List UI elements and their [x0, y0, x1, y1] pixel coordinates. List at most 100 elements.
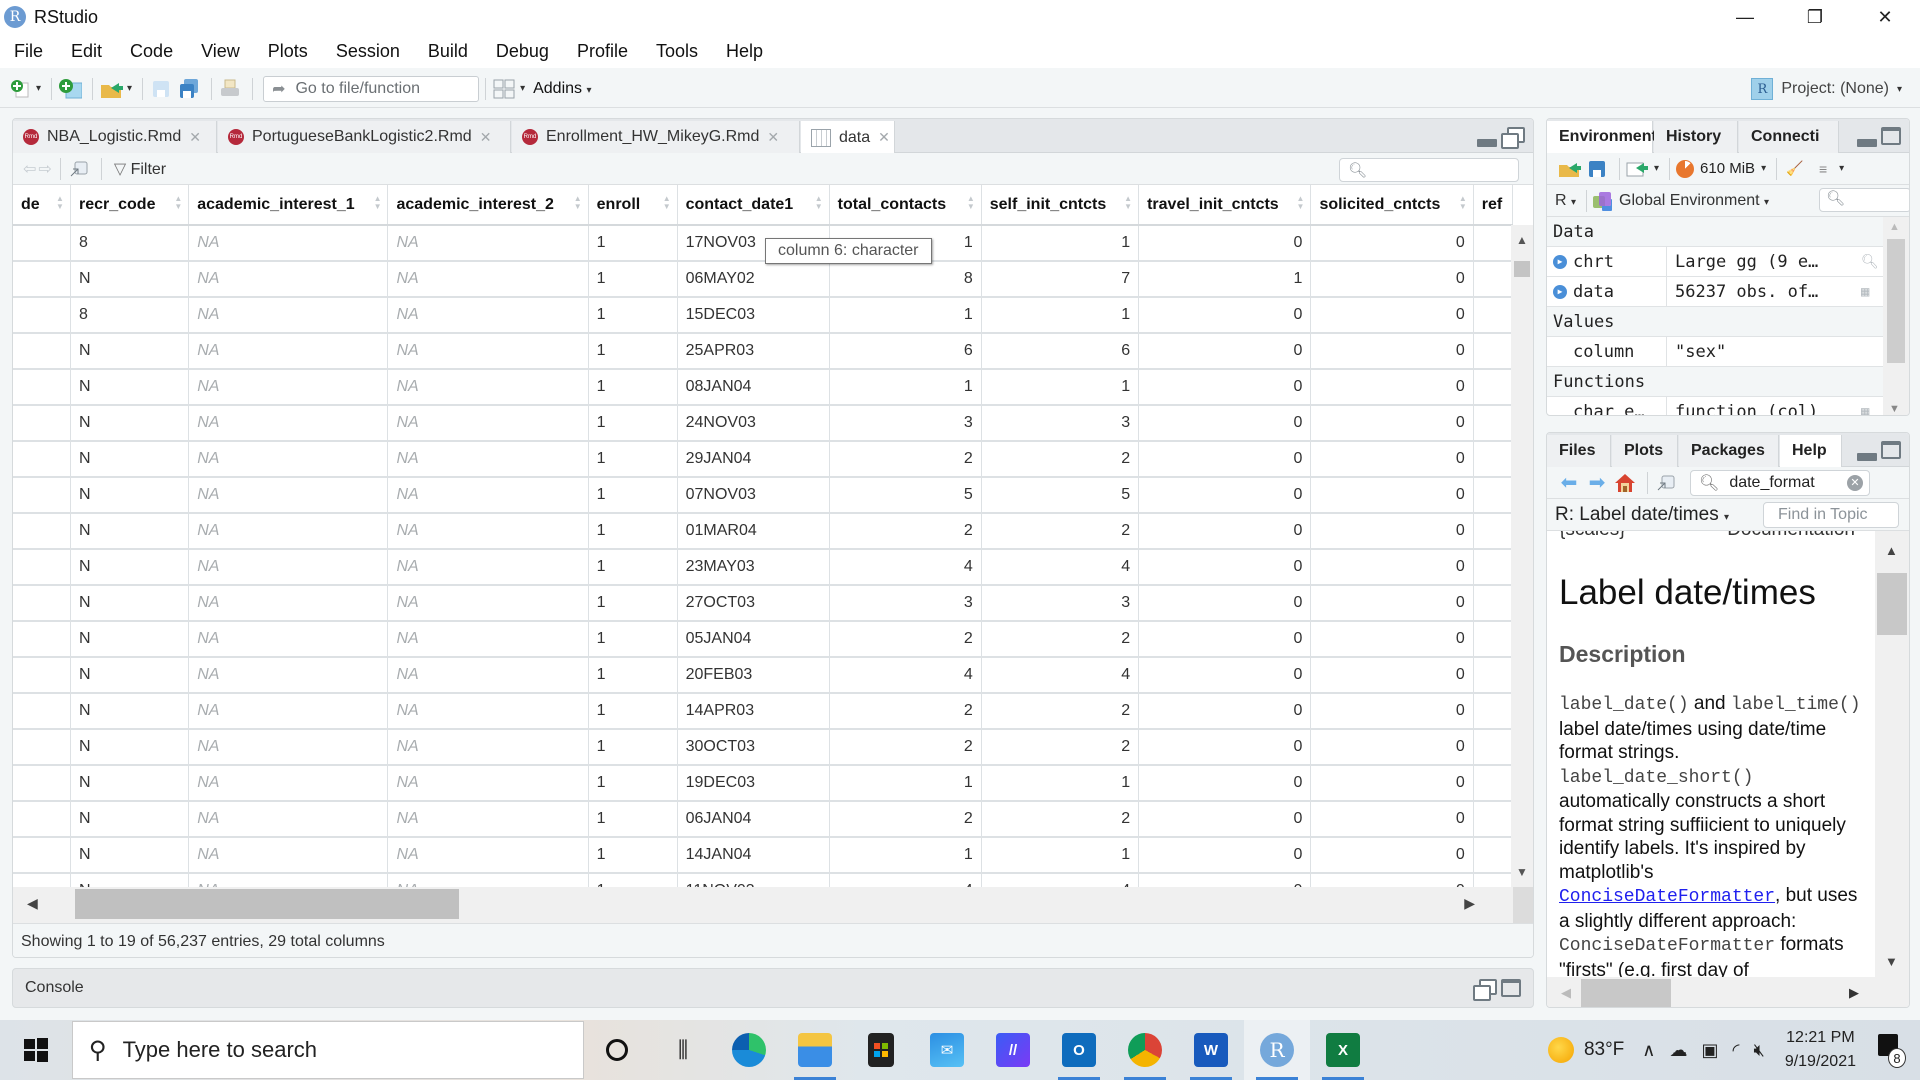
scroll-down-icon[interactable]: ▼: [1885, 954, 1898, 969]
minimize-pane-icon[interactable]: [1477, 139, 1497, 147]
menu-plots[interactable]: Plots: [268, 41, 308, 62]
table-cell[interactable]: 0: [1138, 801, 1312, 838]
menu-tools[interactable]: Tools: [656, 41, 698, 62]
restore-button[interactable]: ❐: [1780, 0, 1850, 34]
table-cell[interactable]: NA: [188, 693, 389, 730]
table-cell[interactable]: N: [70, 873, 190, 887]
tab-connections[interactable]: Connecti: [1739, 121, 1839, 153]
menu-session[interactable]: Session: [336, 41, 400, 62]
go-to-file-input[interactable]: ➦ Go to file/function: [263, 75, 480, 102]
table-cell[interactable]: [13, 729, 71, 766]
table-cell[interactable]: N: [70, 693, 190, 730]
table-cell[interactable]: NA: [188, 405, 389, 442]
table-cell[interactable]: 3: [981, 405, 1140, 442]
table-cell[interactable]: 1: [588, 621, 678, 658]
filter-button[interactable]: ▽ Filter: [114, 159, 166, 179]
table-cell[interactable]: 1: [1138, 261, 1312, 298]
table-cell[interactable]: NA: [188, 261, 389, 298]
minimize-pane-icon[interactable]: [1857, 139, 1877, 147]
table-cell[interactable]: 8: [70, 297, 190, 334]
file-explorer-app[interactable]: [782, 1020, 848, 1080]
table-cell[interactable]: 4: [829, 657, 982, 694]
horizontal-scrollbar[interactable]: ◀ ▶: [13, 887, 1513, 923]
forward-arrow-icon[interactable]: ➡: [1585, 471, 1609, 495]
table-cell[interactable]: 2: [981, 801, 1140, 838]
tab-history[interactable]: History: [1654, 121, 1738, 153]
table-cell[interactable]: NA: [188, 765, 389, 802]
table-cell[interactable]: 05JAN04: [677, 621, 830, 658]
table-cell[interactable]: 2: [829, 621, 982, 658]
table-cell[interactable]: 15DEC03: [677, 297, 830, 334]
table-cell[interactable]: N: [70, 513, 190, 550]
table-cell[interactable]: 1: [981, 225, 1140, 262]
table-cell[interactable]: NA: [188, 837, 389, 874]
save-icon[interactable]: [149, 77, 173, 101]
volume-muted-icon[interactable]: 🔇︎: [1753, 1040, 1764, 1061]
column-header[interactable]: self_init_cntcts ▲ ▼: [981, 185, 1140, 226]
table-cell[interactable]: 0: [1138, 837, 1312, 874]
table-cell[interactable]: 1: [588, 693, 678, 730]
table-cell[interactable]: 1: [588, 873, 678, 887]
table-cell[interactable]: N: [70, 441, 190, 478]
table-cell[interactable]: 1: [981, 369, 1140, 406]
table-cell[interactable]: NA: [387, 729, 589, 766]
table-cell[interactable]: [13, 585, 71, 622]
rstudio-app[interactable]: R: [1244, 1020, 1310, 1080]
table-cell[interactable]: 0: [1310, 657, 1474, 694]
table-cell[interactable]: 30OCT03: [677, 729, 830, 766]
table-cell[interactable]: 2: [829, 693, 982, 730]
table-cell[interactable]: 2: [981, 441, 1140, 478]
table-cell[interactable]: NA: [188, 621, 389, 658]
start-button[interactable]: [0, 1020, 72, 1080]
table-cell[interactable]: NA: [387, 441, 589, 478]
sort-icon[interactable]: ▲ ▼: [1297, 195, 1305, 211]
pane-layout-dropdown-icon[interactable]: ▾: [520, 83, 525, 94]
cortana-button[interactable]: [584, 1020, 650, 1080]
import-dropdown-icon[interactable]: ▾: [1654, 163, 1659, 174]
table-cell[interactable]: 1: [829, 297, 982, 334]
help-horizontal-scrollbar[interactable]: ◀ ▶: [1547, 977, 1909, 1007]
clear-workspace-broom-icon[interactable]: 🧹: [1783, 157, 1807, 181]
memory-dropdown-icon[interactable]: ▾: [1761, 163, 1766, 174]
sort-icon[interactable]: ▲ ▼: [1124, 195, 1132, 211]
column-header[interactable]: total_contacts ▲ ▼: [829, 185, 982, 226]
table-cell[interactable]: 1: [588, 837, 678, 874]
open-file-dropdown-icon[interactable]: ▾: [127, 83, 132, 94]
table-cell[interactable]: 0: [1310, 225, 1474, 262]
expand-icon[interactable]: ▶: [1553, 254, 1567, 269]
tab-files[interactable]: Files: [1547, 435, 1611, 467]
table-cell[interactable]: 0: [1138, 297, 1312, 334]
list-view-icon[interactable]: ≡: [1811, 157, 1835, 181]
code-icon[interactable]: ▦: [1861, 404, 1883, 416]
taskbar-search-input[interactable]: ⚲ Type here to search: [72, 1021, 584, 1079]
table-cell[interactable]: 0: [1310, 405, 1474, 442]
help-topic-select[interactable]: R: Label date/times ▾: [1555, 504, 1733, 526]
env-item[interactable]: ▶ data 56237 obs. of… ▦: [1547, 277, 1883, 307]
outlook-app[interactable]: O: [1046, 1020, 1112, 1080]
sort-icon[interactable]: ▲ ▼: [374, 195, 382, 211]
table-cell[interactable]: 0: [1310, 261, 1474, 298]
table-cell[interactable]: 0: [1310, 333, 1474, 370]
table-cell[interactable]: 0: [1138, 621, 1312, 658]
table-cell[interactable]: N: [70, 585, 190, 622]
table-cell[interactable]: 6: [981, 333, 1140, 370]
table-cell[interactable]: [13, 225, 71, 262]
scroll-down-icon[interactable]: ▼: [1516, 865, 1528, 879]
table-cell[interactable]: 0: [1310, 477, 1474, 514]
sort-icon[interactable]: ▲ ▼: [1459, 195, 1467, 211]
console-pane[interactable]: Console: [12, 968, 1534, 1008]
table-cell[interactable]: N: [70, 657, 190, 694]
table-cell[interactable]: 1: [588, 477, 678, 514]
save-workspace-icon[interactable]: [1585, 157, 1609, 181]
wifi-icon[interactable]: ◜: [1732, 1040, 1739, 1061]
table-cell[interactable]: NA: [387, 837, 589, 874]
column-header[interactable]: enroll ▲ ▼: [588, 185, 678, 226]
table-cell[interactable]: N: [70, 729, 190, 766]
table-cell[interactable]: NA: [188, 441, 389, 478]
close-button[interactable]: ✕: [1850, 0, 1920, 34]
table-cell[interactable]: 2: [981, 621, 1140, 658]
table-cell[interactable]: N: [70, 477, 190, 514]
table-cell[interactable]: 1: [588, 549, 678, 586]
maximize-pane-icon[interactable]: [1881, 441, 1901, 459]
table-cell[interactable]: 0: [1310, 693, 1474, 730]
